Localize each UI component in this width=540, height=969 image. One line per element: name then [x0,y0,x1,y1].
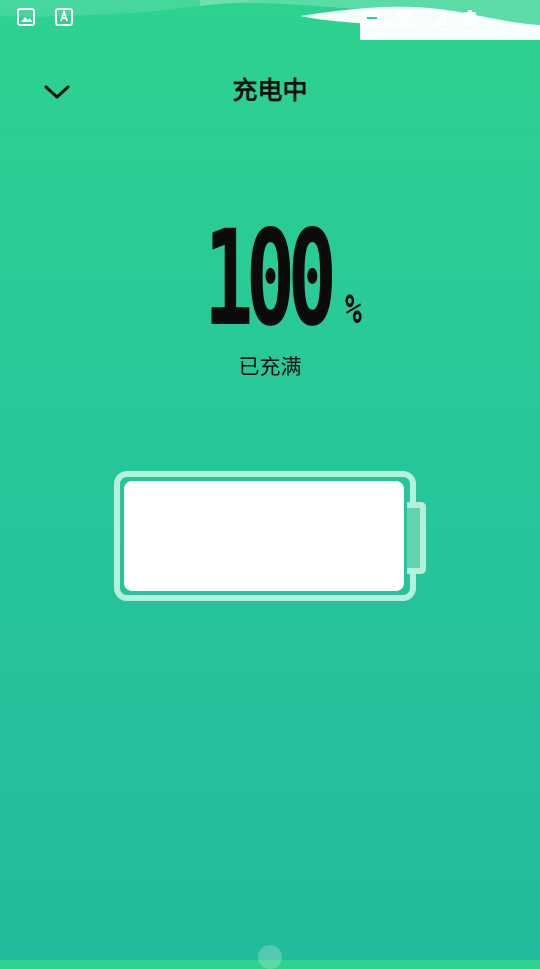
battery-graphic [114,471,416,601]
image-icon [17,8,35,26]
do-not-disturb-icon [363,9,381,27]
status-bar-wave [0,0,540,40]
text-recognition-icon [55,8,73,26]
battery-percentage: 100 % [0,202,540,356]
bottom-handle [258,945,282,969]
page-title: 充电中 [232,76,308,105]
battery-percent-value: 100 [204,202,337,356]
charging-status-text: 已充满 [238,355,302,379]
signal-icon [430,12,446,26]
battery-level-fill [124,481,404,591]
wifi-icon [395,9,413,26]
battery-percent-unit: % [345,285,362,333]
battery-icon [464,10,476,26]
battery-terminal [407,502,426,574]
